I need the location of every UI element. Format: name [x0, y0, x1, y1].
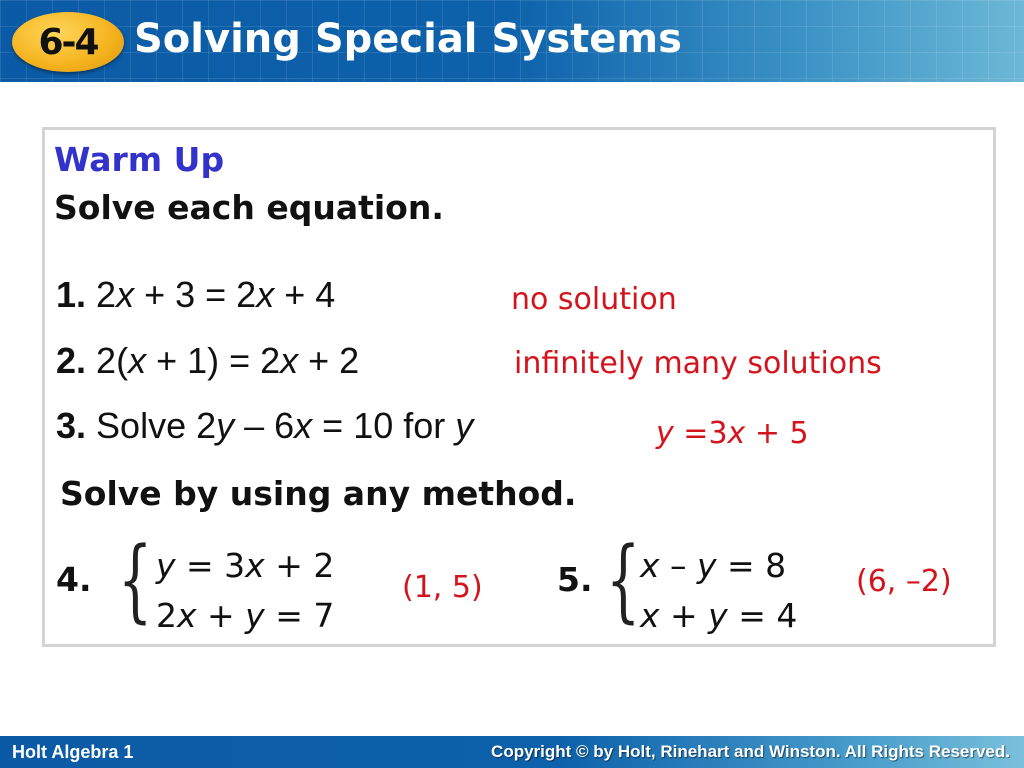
warm-up-heading: Warm Up — [54, 140, 225, 179]
answer-5: (6, –2) — [856, 564, 952, 599]
system-5-equation-2: x + y = 4 — [640, 596, 798, 635]
slide-title: Solving Special Systems — [134, 16, 682, 62]
problem-2: 2. 2(x + 1) = 2x + 2 — [56, 340, 360, 381]
problem-number: 1. — [56, 274, 87, 315]
left-brace-icon: { — [118, 528, 153, 633]
system-4-equation-1: y = 3x + 2 — [156, 546, 335, 585]
lesson-badge: 6-4 — [12, 12, 124, 72]
answer-1: no solution — [511, 282, 677, 317]
footer-banner: Holt Algebra 1 Copyright © by Holt, Rine… — [0, 736, 1024, 768]
instruction-any-method: Solve by using any method. — [60, 474, 577, 513]
title-banner: 6-4 Solving Special Systems — [0, 0, 1024, 82]
footer-book-title: Holt Algebra 1 — [12, 742, 134, 762]
problem-number: 3. — [56, 405, 87, 446]
answer-2: infinitely many solutions — [514, 346, 882, 381]
system-4-number: 4. — [56, 560, 92, 599]
system-5-equation-1: x – y = 8 — [640, 546, 787, 585]
problem-number: 2. — [56, 340, 87, 381]
lesson-number: 6-4 — [38, 21, 99, 63]
instruction-solve-each: Solve each equation. — [54, 188, 444, 227]
answer-4: (1, 5) — [402, 570, 483, 605]
system-4-equation-2: 2x + y = 7 — [156, 596, 335, 635]
footer-copyright: Copyright © by Holt, Rinehart and Winsto… — [491, 742, 1010, 761]
left-brace-icon: { — [606, 528, 641, 633]
system-5-number: 5. — [557, 560, 593, 599]
problem-1: 1. 2x + 3 = 2x + 4 — [56, 274, 336, 315]
problem-3: 3. Solve 2y – 6x = 10 for y — [56, 405, 474, 446]
answer-3: y =3x + 5 — [656, 416, 809, 451]
